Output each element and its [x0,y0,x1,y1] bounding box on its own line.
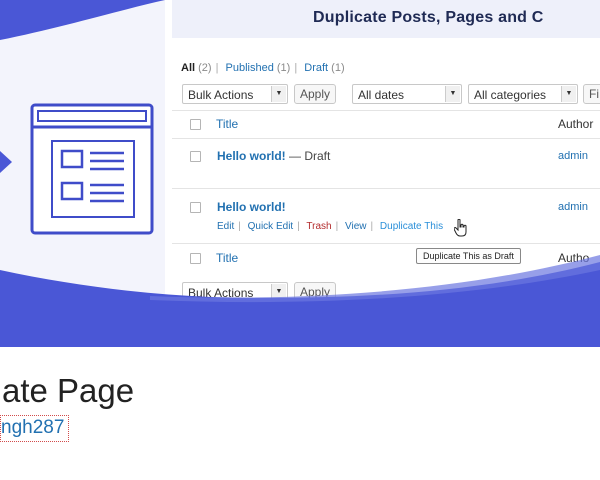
post-title-link[interactable]: Hello world! [217,200,286,214]
filter-published-count: (1) [276,62,291,74]
dropdown-arrow-icon: ▼ [561,86,576,102]
title-column-footer[interactable]: Title [216,251,238,265]
screenshot-title: Duplicate Posts, Pages and C [313,9,544,26]
dropdown-arrow-icon: ▼ [271,284,286,300]
filter-published[interactable]: Published [226,62,274,74]
post-author-link[interactable]: admin [558,201,588,213]
author-column-footer: Autho [558,251,590,265]
dates-select[interactable]: All dates ▼ [352,84,462,104]
filter-all[interactable]: All [181,62,195,74]
row-actions: Edit | Quick Edit | Trash | View | Duplicate… [217,221,444,232]
author-column-header: Author [558,117,594,131]
view-link[interactable]: View [345,221,367,232]
plugin-author-link[interactable]: ngh287 [0,415,70,442]
bulk-actions-select-bottom[interactable]: Bulk Actions ▼ [182,282,288,300]
trash-link[interactable]: Trash [306,221,331,232]
filter-draft-count: (1) [331,62,345,74]
post-state: — Draft [285,149,331,163]
bulk-actions-select[interactable]: Bulk Actions ▼ [182,84,288,104]
filter-draft[interactable]: Draft [304,62,328,74]
categories-select[interactable]: All categories ▼ [468,84,578,104]
plugin-title: ate Page [2,372,135,409]
dropdown-arrow-icon: ▼ [271,86,286,102]
post-title-text: Hello world! [217,149,286,163]
dropdown-arrow-icon: ▼ [445,86,460,102]
title-column-header[interactable]: Title [216,117,238,131]
duplicate-tooltip: Duplicate This as Draft [416,248,521,264]
post-title-link[interactable]: Hello world! — Draft [217,149,330,163]
hand-cursor-icon [454,219,467,237]
filter-button[interactable]: Fi [583,84,600,104]
filter-all-count: (2) [198,62,212,74]
bulk-actions-bottom-label: Bulk Actions [188,286,254,300]
row-checkbox[interactable] [190,151,201,162]
row-checkbox[interactable] [190,202,201,213]
bulk-actions-label: Bulk Actions [188,88,254,102]
edit-link[interactable]: Edit [217,221,234,232]
status-filters: All (2) | Published (1) | Draft (1) [181,62,345,74]
apply-button[interactable]: Apply [294,84,336,104]
apply-button-bottom[interactable]: Apply [294,282,336,300]
posts-list-screenshot: Duplicate Posts, Pages and C All (2) | Pu… [172,0,600,300]
quick-edit-link[interactable]: Quick Edit [248,221,294,232]
plugin-banner: Duplicate Posts, Pages and C All (2) | Pu… [0,0,600,347]
dates-label: All dates [358,88,405,102]
document-illustration-icon [0,103,154,235]
post-title-text: Hello world! [217,200,286,214]
select-all-checkbox[interactable] [190,119,201,130]
post-author-link[interactable]: admin [558,150,588,162]
categories-label: All categories [474,88,547,102]
select-all-checkbox-footer[interactable] [190,253,201,264]
duplicate-this-link[interactable]: Duplicate This [380,221,443,232]
